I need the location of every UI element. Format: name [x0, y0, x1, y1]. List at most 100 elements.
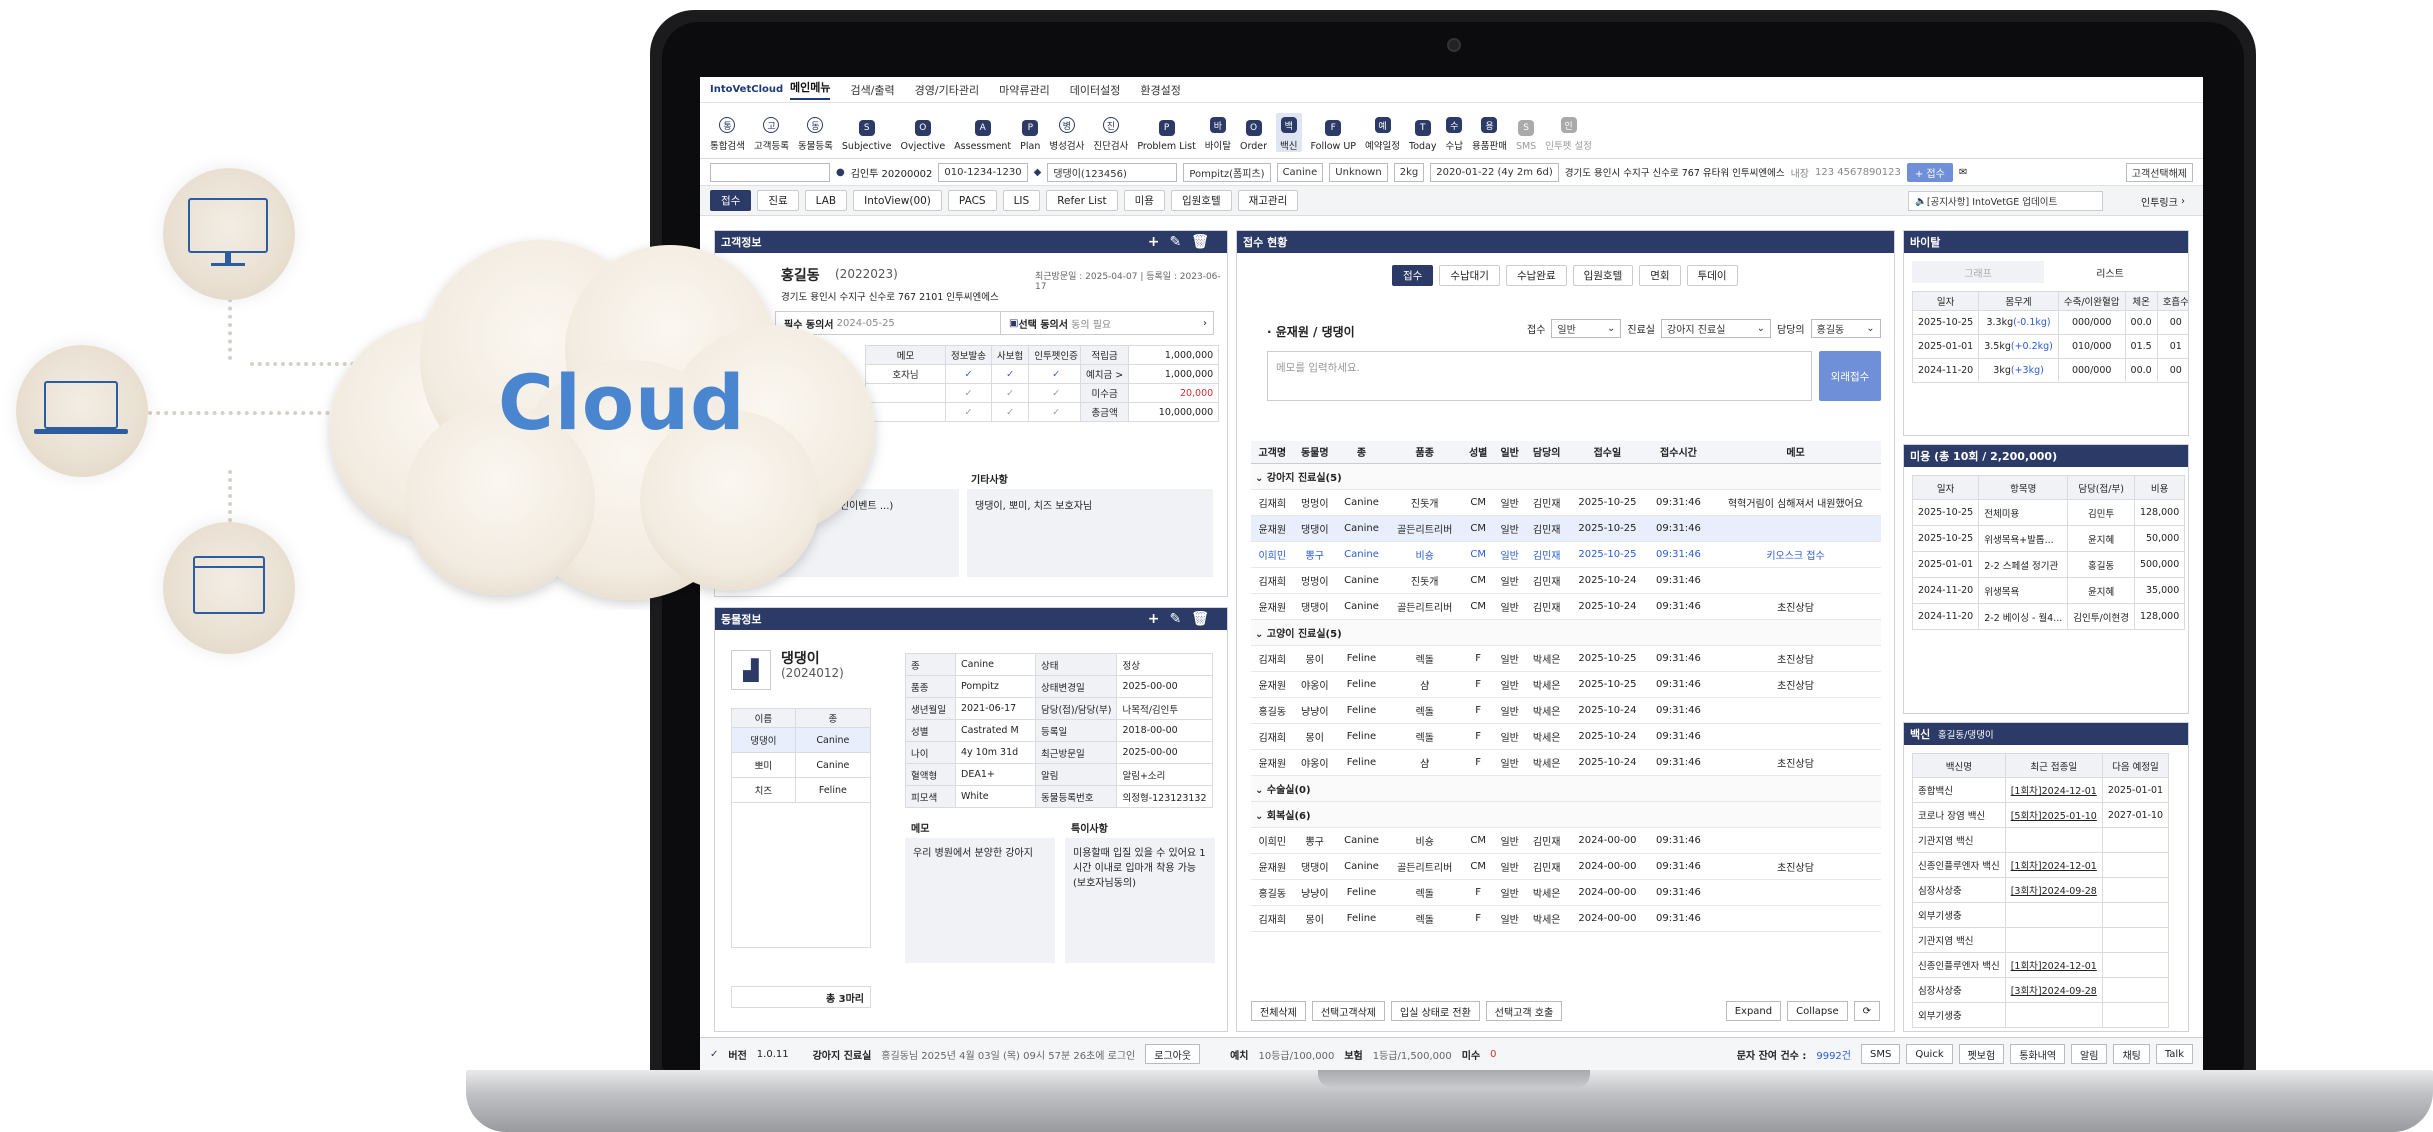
vital-row[interactable]: 2025-10-25 3.3kg(-0.1kg) 000/000 00.0 00 [1911, 310, 2188, 335]
reception-row[interactable]: 이희민 뽕구 Canine 비숑 CM 일반 김민재 2025-10-25 09:31:46 키오… [1251, 541, 1881, 568]
grooming-row[interactable]: 2025-10-25 위생목욕+발톱... 윤지혜 50,000 [1911, 525, 2186, 552]
vaccine-row[interactable]: 신종인플루엔자 백신 [1회차]2024-12-01 [1912, 852, 2170, 878]
reception-row[interactable]: 김재희 몽이 Feline 렉돌 F 일반 박세은 2024-00-00 09:31:46 [1251, 905, 1881, 932]
toolbar-cart-button[interactable]: 용 용품판매 [1472, 117, 1507, 152]
toolbar-calendar-today-button[interactable]: T Today [1409, 120, 1436, 152]
reception-row[interactable]: 윤재원 야옹이 Feline 샴 F 일반 박세은 2025-10-25 09:31:46 초진상… [1251, 671, 1881, 698]
panel-tools[interactable]: +✎🗑 [1148, 234, 1219, 250]
type-select[interactable]: 일반 ⌄ [1551, 319, 1622, 338]
tab-grooming[interactable]: 미용 [1123, 190, 1165, 211]
expand-button[interactable]: Expand [1725, 1001, 1782, 1021]
check-icon[interactable]: ✓ [990, 364, 1030, 384]
tab-pacs[interactable]: PACS [947, 190, 997, 211]
reception-row[interactable]: 윤재원 댕댕이 Canine 골든리트리버 CM 일반 김민재 2025-10-24 09:31… [1251, 593, 1881, 620]
vaccine-row[interactable]: 외부기생충 [1912, 902, 2170, 928]
vaccine-row[interactable]: 외부기생충 [1912, 1002, 2170, 1028]
tab-intoview[interactable]: IntoView(00) [853, 190, 942, 211]
toolbar-vaccine-heart-button[interactable]: 백 백신 [1276, 113, 1302, 152]
reception-row[interactable]: 김재희 몽이 Feline 렉돌 F 일반 박세은 2025-10-25 09:31:46 초진상… [1251, 645, 1881, 672]
vaccine-row[interactable]: 코로나 장염 백신 [5회차]2025-01-10 2027-01-10 [1912, 802, 2170, 828]
outpatient-accept-button[interactable]: 외래접수 [1819, 351, 1881, 401]
reception-footer-button[interactable]: 입실 상태로 전환 [1391, 1001, 1480, 1021]
reception-row[interactable]: 홍길동 냥냥이 Feline 렉돌 F 일반 박세은 2025-10-24 09:31:46 [1251, 697, 1881, 724]
pet-select[interactable]: 댕댕이(123456) [1047, 162, 1178, 182]
grooming-row[interactable]: 2025-10-25 전체미용 김민투 128,000 [1911, 499, 2186, 526]
reception-subtab[interactable]: 면회 [1639, 265, 1681, 286]
toolbar-search-button[interactable]: 통 통합검색 [710, 117, 745, 152]
notice-banner[interactable]: 🔈 [공지사항] IntoVetGE 업데이트 [1908, 191, 2103, 211]
toolbar-settings-button[interactable]: 인 인투펫 설정 [1545, 117, 1592, 152]
grooming-row[interactable]: 2024-11-20 2-2 베이싱 - 월4... 김인투/이현경 128,000 [1911, 603, 2186, 630]
reception-group-row[interactable]: ⌄ 고양이 진료실(5) [1251, 619, 1881, 646]
menu-main[interactable]: 메인메뉴 [790, 79, 831, 100]
tab-hospital-hotel[interactable]: 입원호텔 [1170, 190, 1232, 211]
reception-footer-button[interactable]: 선택고객삭제 [1311, 1001, 1386, 1021]
reception-row[interactable]: 윤재원 댕댕이 Canine 골든리트리버 CM 일반 김민재 2024-00-00 09:31… [1251, 853, 1881, 880]
reception-subtab[interactable]: 입원호텔 [1572, 265, 1634, 286]
reception-subtab[interactable]: 접수 [1392, 265, 1434, 286]
toolbar-s-badge-button[interactable]: S Subjective [842, 120, 892, 152]
fin-label[interactable]: 예치금 > [1079, 364, 1130, 384]
tab-refer-list[interactable]: Refer List [1046, 190, 1118, 211]
status-button[interactable]: Quick [1906, 1044, 1953, 1064]
room-select[interactable]: 강아지 진료실 ⌄ [1661, 319, 1772, 338]
intolink-button[interactable]: 인투링크 › [2141, 191, 2185, 211]
check-icon[interactable]: ✓ [990, 383, 1030, 403]
reception-row[interactable]: 홍길동 냥냥이 Feline 렉돌 F 일반 박세은 2024-00-00 09:31:46 [1251, 879, 1881, 906]
animal-row[interactable]: 뽀미 Canine [731, 752, 872, 778]
animal-row[interactable]: 치즈 Feline [731, 777, 872, 803]
tab-reception[interactable]: 접수 [710, 190, 752, 211]
reception-subtab[interactable]: 수납완료 [1505, 265, 1567, 286]
reception-row[interactable]: 김재희 멍멍이 Canine 진돗개 CM 일반 김민재 2025-10-25 09:31:46… [1251, 489, 1881, 516]
tab-lis[interactable]: LIS [1002, 190, 1041, 211]
menu-env-settings[interactable]: 환경설정 [1140, 82, 1180, 98]
menu-data-settings[interactable]: 데이터설정 [1070, 82, 1121, 98]
vital-row[interactable]: 2024-11-20 3kg(+3kg) 000/000 00.0 00 [1911, 358, 2188, 383]
vital-tab-list[interactable]: 리스트 [2044, 261, 2176, 283]
check-icon[interactable]: ✓ [945, 364, 992, 384]
reception-row[interactable]: 윤재원 댕댕이 Canine 골든리트리버 CM 일반 김민재 2025-10-25 09:31… [1251, 515, 1881, 542]
toolbar-mail-button[interactable]: S SMS [1516, 120, 1536, 152]
reception-footer-button[interactable]: 선택고객 호출 [1485, 1001, 1563, 1021]
toolbar-magnifier-plus-button[interactable]: 진 진단검사 [1093, 117, 1128, 152]
check-icon[interactable]: ✓ [1028, 402, 1084, 422]
status-button[interactable]: 펫보험 [1958, 1044, 2005, 1064]
tab-treatment[interactable]: 진료 [757, 190, 799, 211]
collapse-button[interactable]: Collapse [1787, 1001, 1848, 1021]
optional-consent-button[interactable]: ▣ 선택 동의서 동의 필요 › [1000, 311, 1214, 335]
toolbar-list-button[interactable]: P Problem List [1137, 120, 1196, 152]
reception-group-row[interactable]: ⌄ 회복실(6) [1251, 801, 1881, 828]
menu-management[interactable]: 경영/기타관리 [915, 82, 979, 98]
toolbar-order-arrow-button[interactable]: O Order [1240, 120, 1267, 152]
check-icon[interactable]: ✓ [1028, 383, 1084, 403]
check-icon[interactable]: ✓ [945, 383, 992, 403]
refresh-icon[interactable]: ⟳ [1853, 1001, 1880, 1021]
doctor-select[interactable]: 홍길동 ⌄ [1810, 319, 1881, 338]
reception-row[interactable]: 윤재원 야옹이 Feline 샴 F 일반 박세은 2025-10-24 09:31:46 초진상… [1251, 749, 1881, 776]
toolbar-o-badge-button[interactable]: O Ovjective [901, 120, 945, 152]
vital-row[interactable]: 2025-01-01 3.5kg(+0.2kg) 010/000 01.5 01 [1911, 334, 2188, 359]
toolbar-heart-button[interactable]: 바 바이탈 [1205, 117, 1231, 152]
reception-group-row[interactable]: ⌄ 강아지 진료실(5) [1251, 463, 1881, 490]
vaccine-row[interactable]: 종합백신 [1회차]2024-12-01 2025-01-01 [1912, 777, 2170, 803]
toolbar-person-add-button[interactable]: 고 고객등록 [754, 117, 789, 152]
toolbar-paw-button[interactable]: 동 동물등록 [798, 117, 833, 152]
status-button[interactable]: 통화내역 [2010, 1044, 2066, 1064]
reception-row[interactable]: 김재희 멍멍이 Canine 진돗개 CM 일반 김민재 2025-10-24 09:31:46 [1251, 567, 1881, 594]
toolbar-magnifier-button[interactable]: 병 병성검사 [1049, 117, 1084, 152]
toolbar-wallet-button[interactable]: 수 수납 [1445, 117, 1463, 152]
tab-inventory[interactable]: 재고관리 [1237, 190, 1299, 211]
vaccine-row[interactable]: 기관지염 백신 [1912, 927, 2170, 953]
reception-footer-button[interactable]: 전체삭제 [1251, 1001, 1306, 1021]
deselect-customer-button[interactable]: 고객선택해제 [2125, 162, 2193, 182]
check-icon[interactable]: ✓ [990, 402, 1030, 422]
status-button[interactable]: Talk [2155, 1044, 2193, 1064]
toolbar-calendar-button[interactable]: 예 예약일정 [1365, 117, 1400, 152]
toolbar-p-badge-button[interactable]: P Plan [1020, 120, 1040, 152]
vaccine-row[interactable]: 심장사상충 [3회차]2024-09-28 [1912, 977, 2170, 1003]
menu-drugs[interactable]: 마약류관리 [999, 82, 1050, 98]
vital-tab-graph[interactable]: 그래프 [1912, 261, 2044, 283]
check-icon[interactable]: ✓ [1028, 364, 1084, 384]
tab-lab[interactable]: LAB [804, 190, 848, 211]
vaccine-row[interactable]: 신종인플루엔자 백신 [1회차]2024-12-01 [1912, 952, 2170, 978]
